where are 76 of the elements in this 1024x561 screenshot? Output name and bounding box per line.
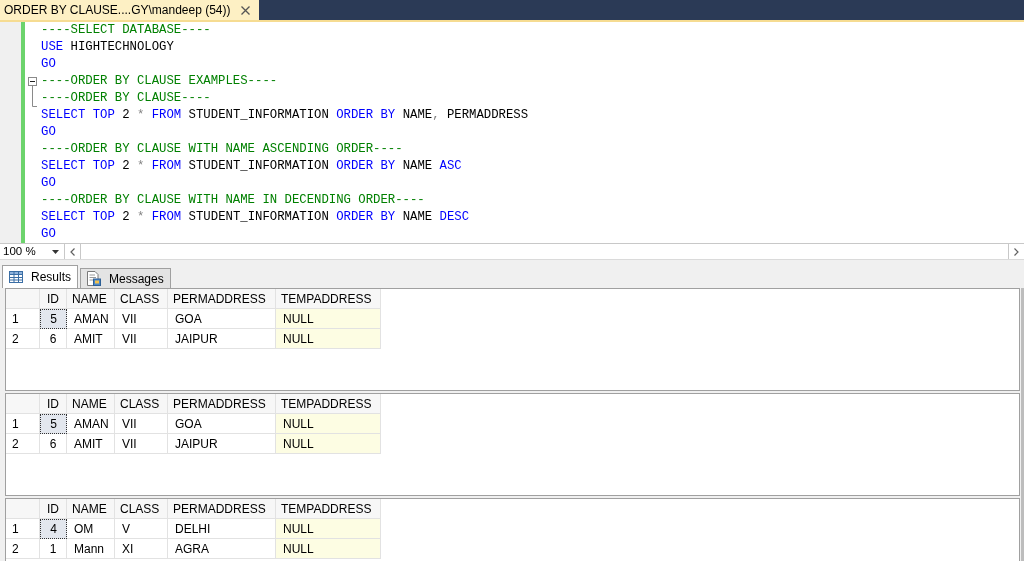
table-cell: NULL xyxy=(276,414,381,434)
table-cell: AMAN xyxy=(67,309,115,329)
table-cell: 1 xyxy=(40,539,67,559)
zoom-dropdown[interactable]: 100 % xyxy=(0,244,65,259)
column-header: CLASS xyxy=(115,394,168,414)
column-header: NAME xyxy=(67,289,115,309)
table-cell: XI xyxy=(115,539,168,559)
row-header[interactable]: 1 xyxy=(6,519,40,539)
table-cell: NULL xyxy=(276,309,381,329)
code-line: ----ORDER BY CLAUSE WITH NAME ASCENDING ORDER---- xyxy=(41,141,403,158)
table-cell: OM xyxy=(67,519,115,539)
table-cell: DELHI xyxy=(168,519,276,539)
code-line: SELECT TOP 2 * FROM STUDENT_INFORMATION ORDER BY NAME, PERMADDRESS xyxy=(41,107,529,124)
column-header: NAME xyxy=(67,499,115,519)
table-cell: JAIPUR xyxy=(168,434,276,454)
column-header: TEMPADDRESS xyxy=(276,394,381,414)
row-header[interactable]: 2 xyxy=(6,329,40,349)
column-header: CLASS xyxy=(115,289,168,309)
table-cell: NULL xyxy=(276,519,381,539)
row-header[interactable]: 2 xyxy=(6,539,40,559)
table-cell: VII xyxy=(115,434,168,454)
table-cell: V xyxy=(115,519,168,539)
table-cell: AMIT xyxy=(67,329,115,349)
column-header: NAME xyxy=(67,394,115,414)
row-header[interactable]: 1 xyxy=(6,309,40,329)
table-cell: AGRA xyxy=(168,539,276,559)
column-header: TEMPADDRESS xyxy=(276,289,381,309)
column-header: TEMPADDRESS xyxy=(276,499,381,519)
table-cell: 6 xyxy=(40,434,67,454)
table-cell: AMAN xyxy=(67,414,115,434)
grid-icon xyxy=(9,271,23,283)
table-cell: GOA xyxy=(168,309,276,329)
table-cell: AMIT xyxy=(67,434,115,454)
table-cell: 4 xyxy=(40,519,67,539)
table-cell: GOA xyxy=(168,414,276,434)
code-line: SELECT TOP 2 * FROM STUDENT_INFORMATION ORDER BY NAME DESC xyxy=(41,209,470,226)
code-editor[interactable] xyxy=(0,22,1024,243)
column-header: PERMADDRESS xyxy=(168,289,276,309)
chevron-left-icon xyxy=(70,247,75,256)
table-cell: NULL xyxy=(276,434,381,454)
code-line: GO xyxy=(41,56,56,73)
column-header: ID xyxy=(40,499,67,519)
column-header: PERMADDRESS xyxy=(168,394,276,414)
code-line: GO xyxy=(41,175,56,192)
table-cell: NULL xyxy=(276,539,381,559)
table-cell: Mann xyxy=(67,539,115,559)
table-cell: VII xyxy=(115,309,168,329)
results-tab[interactable]: Messages xyxy=(80,268,171,288)
code-line: ----ORDER BY CLAUSE EXAMPLES---- xyxy=(41,73,278,90)
row-header[interactable]: 2 xyxy=(6,434,40,454)
table-cell: VII xyxy=(115,329,168,349)
close-icon[interactable] xyxy=(240,5,250,15)
code-line: ----SELECT DATABASE---- xyxy=(41,22,211,39)
column-header: PERMADDRESS xyxy=(168,499,276,519)
column-header: ID xyxy=(40,289,67,309)
document-icon xyxy=(87,271,101,286)
chevron-right-icon xyxy=(1014,247,1019,256)
code-line: ----ORDER BY CLAUSE WITH NAME IN DECENDING ORDER---- xyxy=(41,192,425,209)
table-cell: 5 xyxy=(40,309,67,329)
code-line: USE HIGHTECHNOLOGY xyxy=(41,39,174,56)
caret-icon xyxy=(52,249,59,254)
code-line: ----ORDER BY CLAUSE---- xyxy=(41,90,211,107)
code-line: SELECT TOP 2 * FROM STUDENT_INFORMATION ORDER BY NAME ASC xyxy=(41,158,462,175)
table-cell: JAIPUR xyxy=(168,329,276,349)
table-cell: 6 xyxy=(40,329,67,349)
results-tab[interactable]: Results xyxy=(2,265,78,288)
row-header[interactable]: 1 xyxy=(6,414,40,434)
table-cell: 5 xyxy=(40,414,67,434)
code-line: GO xyxy=(41,124,56,141)
code-line: GO xyxy=(41,226,56,243)
column-header: ID xyxy=(40,394,67,414)
table-cell: NULL xyxy=(276,329,381,349)
table-cell: VII xyxy=(115,414,168,434)
document-tab[interactable]: ORDER BY CLAUSE....GY\mandeep (54)) xyxy=(0,0,259,20)
vertical-scrollbar[interactable] xyxy=(1021,288,1024,561)
column-header: CLASS xyxy=(115,499,168,519)
